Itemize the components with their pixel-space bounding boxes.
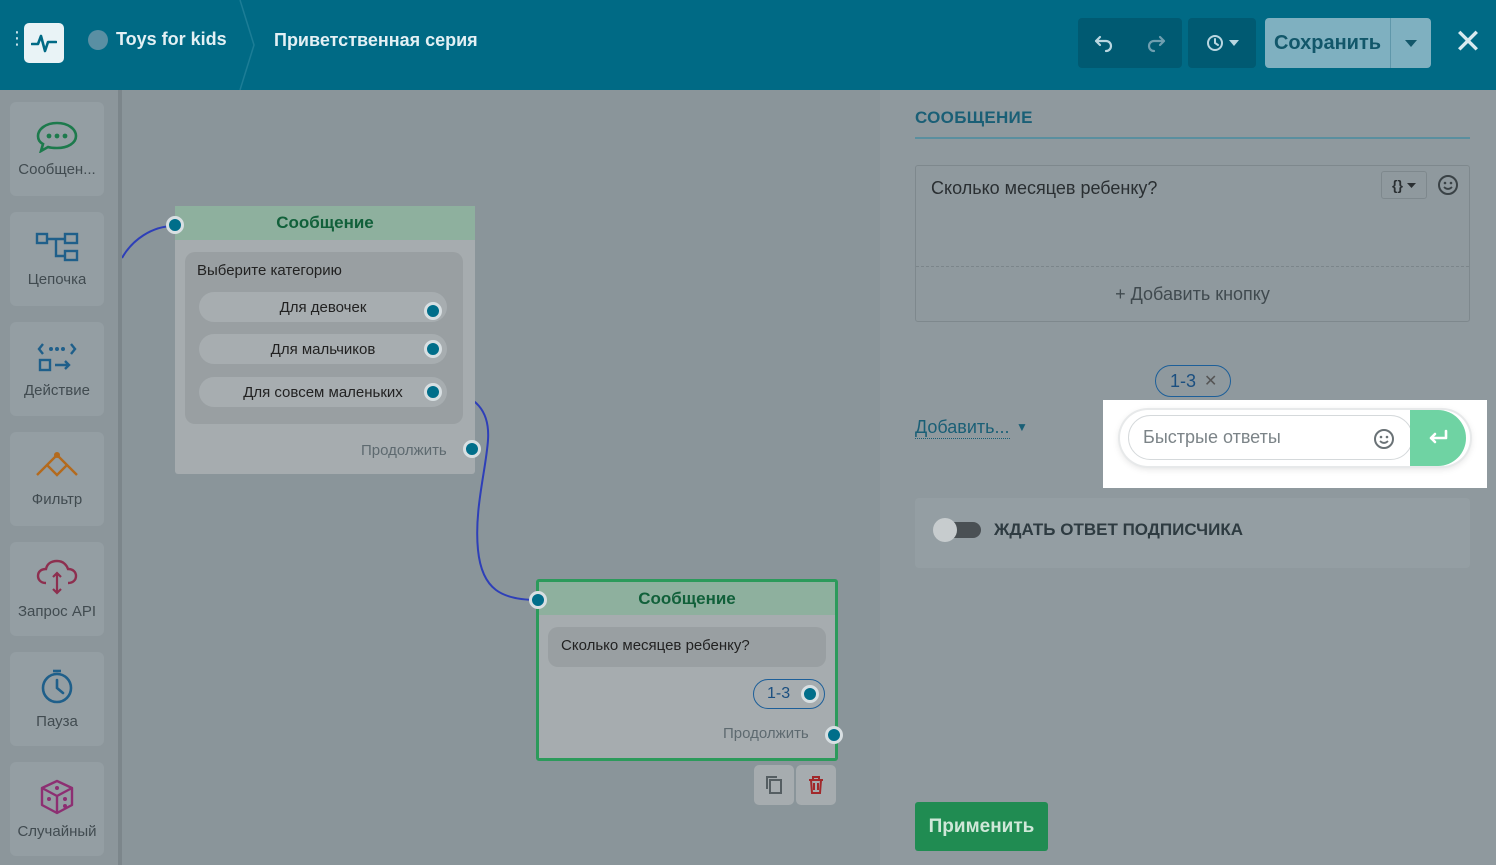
input-port[interactable] [166, 216, 184, 234]
quick-reply-label: 1-3 [767, 685, 791, 702]
dice-icon [40, 779, 74, 814]
tool-pause[interactable]: Пауза [10, 652, 104, 746]
undo-button[interactable] [1078, 18, 1130, 68]
quick-reply-port[interactable] [801, 685, 819, 703]
flow-title: Приветственная серия [274, 30, 478, 50]
undo-icon [1094, 35, 1113, 53]
wait-reply-toggle[interactable] [933, 518, 981, 542]
quick-replies-input[interactable]: Быстрые ответы [1128, 415, 1413, 460]
apply-button[interactable]: Применить [915, 802, 1048, 851]
tool-action[interactable]: Действие [10, 322, 104, 416]
history-icon [1207, 35, 1223, 51]
continue-label: Продолжить [723, 725, 809, 742]
node-message-body: Сколько месяцев ребенку? [548, 627, 826, 667]
chevron-down-icon [1406, 182, 1416, 188]
quick-reply-chip[interactable]: 1-3 ✕ [1155, 365, 1231, 397]
top-bar: ⋮ Toys for kids Приветственная серия Сох… [0, 0, 1496, 90]
option-port-girls[interactable] [424, 302, 442, 320]
copy-icon [766, 776, 782, 794]
chevron-down-icon [1229, 40, 1239, 46]
chevron-down-icon: ▼ [1016, 420, 1028, 434]
chevron-down-icon [1405, 39, 1417, 47]
tool-api-request[interactable]: Запрос API [10, 542, 104, 636]
redo-button[interactable] [1130, 18, 1182, 68]
add-button-link[interactable]: + Добавить кнопку [916, 266, 1469, 321]
node-message-body: Выберите категорию Для девочек Для мальч… [185, 252, 463, 424]
redo-icon [1147, 35, 1166, 53]
action-icon [37, 342, 77, 371]
option-button-boys[interactable]: Для мальчиков [199, 334, 447, 364]
option-button-girls[interactable]: Для девочек [199, 292, 447, 322]
chat-icon [36, 121, 78, 153]
panel-divider [915, 137, 1470, 139]
bot-breadcrumb[interactable]: Toys for kids [88, 29, 227, 50]
tool-message[interactable]: Сообщен... [10, 102, 104, 196]
quick-replies-highlight: Быстрые ответы [1103, 400, 1487, 488]
tool-label: Случайный [17, 822, 97, 840]
toggle-knob [933, 518, 957, 542]
delete-node-button[interactable] [796, 765, 836, 805]
node-title: Сообщение [539, 582, 835, 615]
add-quick-reply-button[interactable] [1410, 410, 1466, 466]
continue-label: Продолжить [361, 442, 447, 459]
save-options-caret[interactable] [1391, 18, 1431, 68]
tool-random[interactable]: Случайный [10, 762, 104, 856]
panel-title: СООБЩЕНИЕ [915, 108, 1033, 127]
cloud-api-icon [36, 559, 78, 595]
bot-name: Toys for kids [116, 29, 227, 49]
option-label: Для мальчиков [270, 340, 376, 358]
undo-redo-group [1078, 18, 1182, 68]
pulse-icon [31, 34, 57, 53]
emoji-icon[interactable] [1373, 428, 1395, 450]
close-icon[interactable]: ✕ [1452, 25, 1484, 59]
tool-label: Сообщен... [18, 160, 96, 178]
option-port-babies[interactable] [424, 383, 442, 401]
filter-icon [36, 451, 78, 477]
tool-label: Фильтр [31, 490, 83, 508]
menu-dots-icon[interactable]: ⋮ [8, 29, 26, 47]
flow-canvas[interactable]: Сообщение Выберите категорию Для девочек… [122, 90, 880, 865]
tool-label: Пауза [36, 712, 78, 730]
tool-label: Действие [24, 381, 90, 399]
add-dropdown[interactable]: Добавить... [915, 417, 1010, 439]
save-button[interactable]: Сохранить [1265, 18, 1431, 68]
tool-label: Цепочка [27, 270, 87, 288]
tool-chain[interactable]: Цепочка [10, 212, 104, 306]
trash-icon [809, 776, 823, 794]
tool-filter[interactable]: Фильтр [10, 432, 104, 526]
app-logo[interactable] [24, 23, 64, 63]
toolbox-sidebar: Сообщен... Цепочка Действие Фильтр Запро… [0, 90, 118, 865]
node-title: Сообщение [175, 206, 475, 240]
tool-label: Запрос API [17, 602, 97, 620]
continue-port[interactable] [463, 440, 481, 458]
continue-port[interactable] [825, 726, 843, 744]
input-port[interactable] [529, 591, 547, 609]
option-button-babies[interactable]: Для совсем маленьких [199, 377, 447, 407]
variables-label: {} [1392, 177, 1403, 193]
option-label: Для девочек [279, 298, 367, 316]
message-node-age[interactable]: Сообщение Сколько месяцев ребенку? 1-3 П… [536, 579, 838, 761]
history-button[interactable] [1188, 18, 1256, 68]
node-message-text: Выберите категорию [197, 262, 342, 279]
emoji-icon[interactable] [1437, 174, 1459, 196]
messenger-icon [88, 29, 108, 50]
enter-icon [1429, 429, 1448, 444]
breadcrumb-separator [239, 0, 255, 90]
quick-replies-input-group: Быстрые ответы [1120, 410, 1470, 466]
copy-node-button[interactable] [754, 765, 794, 805]
quick-reply-label: 1-3 [1170, 370, 1197, 391]
clock-icon [41, 669, 73, 703]
option-port-boys[interactable] [424, 340, 442, 358]
remove-chip-icon[interactable]: ✕ [1204, 371, 1217, 391]
wait-reply-setting: ЖДАТЬ ОТВЕТ ПОДПИСЧИКА [915, 498, 1470, 568]
message-text-input[interactable]: Сколько месяцев ребенку? [931, 178, 1157, 199]
wait-reply-label: ЖДАТЬ ОТВЕТ ПОДПИСЧИКА [994, 520, 1243, 539]
variables-button[interactable]: {} [1381, 171, 1427, 199]
message-editor[interactable]: Сколько месяцев ребенку? {} + Добавить к… [915, 165, 1470, 322]
node-message-text: Сколько месяцев ребенку? [561, 637, 750, 654]
save-label: Сохранить [1265, 18, 1391, 68]
option-label: Для совсем маленьких [243, 383, 403, 401]
chain-icon [35, 232, 79, 261]
